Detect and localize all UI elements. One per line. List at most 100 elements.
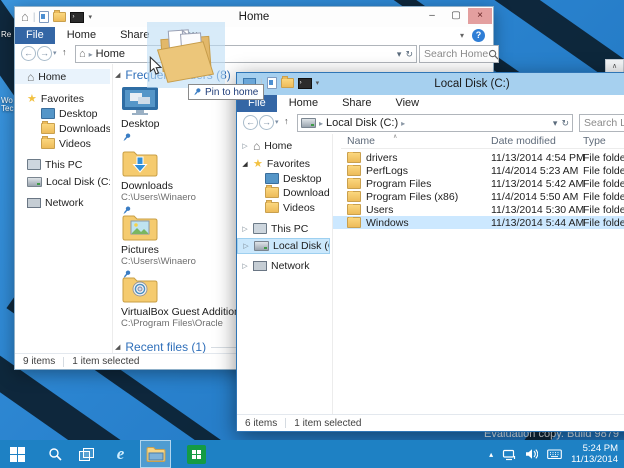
- tab-share[interactable]: Share: [330, 95, 383, 112]
- sidebar-item-desktop[interactable]: Desktop: [237, 171, 330, 186]
- address-field[interactable]: ▸ Local Disk (C:) ▸ ▾ ↻: [297, 114, 573, 132]
- file-row-selected[interactable]: Windows11/13/2014 5:44 AMFile folder: [333, 216, 624, 229]
- frequent-folder-tile[interactable]: Downloads C:\Users\Winaero: [121, 148, 251, 221]
- address-dropdown-chevron-icon[interactable]: ▾: [397, 49, 402, 60]
- recent-locations-chevron-icon[interactable]: ▾: [53, 49, 57, 57]
- sidebar-item-local-disk[interactable]: Local Disk (C:): [15, 174, 110, 189]
- start-button[interactable]: [2, 440, 33, 468]
- expander-icon[interactable]: ◢: [241, 160, 249, 168]
- tab-view[interactable]: View: [383, 95, 431, 112]
- refresh-icon[interactable]: ↻: [561, 118, 569, 129]
- column-header-date-modified[interactable]: Date modified: [491, 135, 583, 147]
- task-view-icon: [78, 448, 94, 461]
- back-button[interactable]: ←: [21, 46, 36, 61]
- volume-icon[interactable]: [525, 448, 539, 460]
- status-separator: [63, 356, 65, 367]
- downloads-tile-icon: [121, 148, 251, 178]
- store-button[interactable]: [181, 440, 212, 468]
- close-button[interactable]: ×: [468, 8, 492, 24]
- expander-icon[interactable]: ▷: [241, 225, 249, 233]
- breadcrumb[interactable]: Home: [96, 48, 125, 60]
- column-header-type[interactable]: Type: [583, 135, 624, 147]
- breadcrumb[interactable]: Local Disk (C:): [326, 117, 398, 129]
- sidebar-item-home[interactable]: ⌂ Home: [15, 69, 110, 84]
- sidebar-item-home[interactable]: ▷ ⌂ Home: [237, 138, 330, 153]
- help-icon[interactable]: ?: [472, 29, 485, 42]
- file-rows: drivers11/13/2014 4:54 PMFile folder Per…: [333, 151, 624, 229]
- address-field[interactable]: ⌂ ▸ Home ▾ ↻: [75, 45, 417, 63]
- up-button[interactable]: ↑: [284, 116, 289, 126]
- refresh-icon[interactable]: ↻: [405, 49, 413, 60]
- sidebar-item-downloads[interactable]: Downloads: [237, 185, 330, 200]
- maximize-button[interactable]: ▢: [444, 8, 468, 24]
- task-view-button[interactable]: [70, 440, 101, 468]
- file-row[interactable]: Users11/13/2014 5:30 AMFile folder: [333, 203, 624, 216]
- selection-count: 1 item selected: [294, 417, 362, 429]
- sidebar-item-network[interactable]: Network: [15, 195, 110, 210]
- address-dropdown-chevron-icon[interactable]: ▾: [553, 118, 558, 129]
- sidebar-item-local-disk[interactable]: ▷Local Disk (C:): [237, 238, 330, 254]
- minimize-button[interactable]: –: [420, 8, 444, 24]
- computer-icon: [253, 223, 267, 234]
- tab-home[interactable]: Home: [277, 95, 330, 112]
- title-bar[interactable]: ⌂ | › ▾ Home – ▢ ×: [15, 7, 493, 27]
- back-button[interactable]: ←: [243, 115, 258, 130]
- search-input[interactable]: Search Local: [579, 114, 624, 132]
- system-tray: ▴ 5:24 PM 11/13/2014: [489, 443, 624, 465]
- sidebar-item-favorites[interactable]: ◢ ★ Favorites: [237, 156, 330, 171]
- sidebar-item-downloads[interactable]: Downloads: [15, 121, 110, 136]
- forward-button[interactable]: →: [259, 115, 274, 130]
- sidebar-item-favorites[interactable]: ★ Favorites: [15, 91, 110, 106]
- file-list: ∧ Name Date modified Type drivers 11/13/2…: [333, 134, 624, 414]
- expander-icon[interactable]: ▷: [241, 262, 249, 270]
- file-row[interactable]: drivers11/13/2014 4:54 PMFile folder: [333, 151, 624, 164]
- tab-home[interactable]: Home: [55, 27, 108, 44]
- desktop-icon-label[interactable]: Re: [1, 30, 11, 39]
- computer-icon: [27, 159, 41, 170]
- sidebar-item-videos[interactable]: Videos: [237, 200, 330, 215]
- desktop-icon-label[interactable]: Tec: [1, 104, 13, 113]
- sidebar-item-this-pc[interactable]: ▷ This PC: [237, 221, 330, 236]
- file-row[interactable]: PerfLogs11/4/2014 5:23 AMFile folder: [333, 164, 624, 177]
- taskbar: e ▴ 5:24 PM 11/13/2014: [0, 440, 624, 468]
- search-input[interactable]: Search Home: [419, 45, 499, 63]
- sidebar-item-videos[interactable]: Videos: [15, 136, 110, 151]
- window-title: Local Disk (C:): [434, 78, 510, 90]
- network-icon[interactable]: [502, 448, 516, 461]
- expander-icon[interactable]: ▷: [242, 242, 250, 250]
- show-hidden-icons-chevron[interactable]: ▴: [489, 450, 493, 459]
- ribbon-tab-row: File Home Share View: [237, 95, 624, 113]
- file-row[interactable]: Program Files (x86) 11/4/2014 5:50 AM File…: [333, 190, 624, 203]
- sidebar-item-network[interactable]: ▷ Network: [237, 258, 330, 273]
- window-main-area: ▷ ⌂ Home ◢ ★ Favorites Desktop Downloads Vid…: [237, 134, 624, 414]
- hard-drive-icon: [301, 118, 316, 128]
- recent-locations-chevron-icon[interactable]: ▾: [275, 118, 279, 126]
- internet-explorer-button[interactable]: e: [105, 440, 136, 468]
- windows-logo-icon: [10, 446, 25, 462]
- clock[interactable]: 5:24 PM 11/13/2014: [571, 443, 618, 465]
- forward-button[interactable]: →: [37, 46, 52, 61]
- collapse-triangle-icon[interactable]: ◢: [115, 343, 120, 351]
- frequent-folder-tile[interactable]: VirtualBox Guest Additions C:\Program Fi…: [121, 274, 251, 329]
- expander-icon[interactable]: ▷: [241, 142, 249, 150]
- up-button[interactable]: ↑: [62, 47, 67, 57]
- column-header-name[interactable]: Name: [333, 135, 491, 147]
- folder-icon: [347, 190, 361, 202]
- videos-folder-icon: [265, 200, 279, 213]
- search-button[interactable]: [39, 440, 70, 468]
- file-explorer-button[interactable]: [140, 440, 171, 468]
- touch-keyboard-icon[interactable]: [547, 448, 563, 460]
- search-icon: [489, 49, 498, 60]
- virtualbox-tile-icon: [121, 274, 251, 304]
- file-row[interactable]: Program Files 11/13/2014 5:42 AM File fold…: [333, 177, 624, 190]
- sidebar-item-desktop[interactable]: Desktop: [15, 106, 110, 121]
- local-disk-explorer-window[interactable]: | › ▾ Local Disk (C:) File Home Share Vi…: [236, 72, 624, 432]
- collapse-triangle-icon[interactable]: ◢: [115, 71, 120, 79]
- file-explorer-icon: [146, 447, 165, 462]
- sidebar-item-this-pc[interactable]: This PC: [15, 157, 110, 172]
- tab-file[interactable]: File: [15, 27, 55, 44]
- selection-count: 1 item selected: [72, 356, 140, 367]
- expand-ribbon-chevron-icon[interactable]: ▾: [460, 31, 464, 40]
- title-bar[interactable]: | › ▾ Local Disk (C:): [237, 73, 624, 95]
- star-icon: ★: [253, 157, 263, 170]
